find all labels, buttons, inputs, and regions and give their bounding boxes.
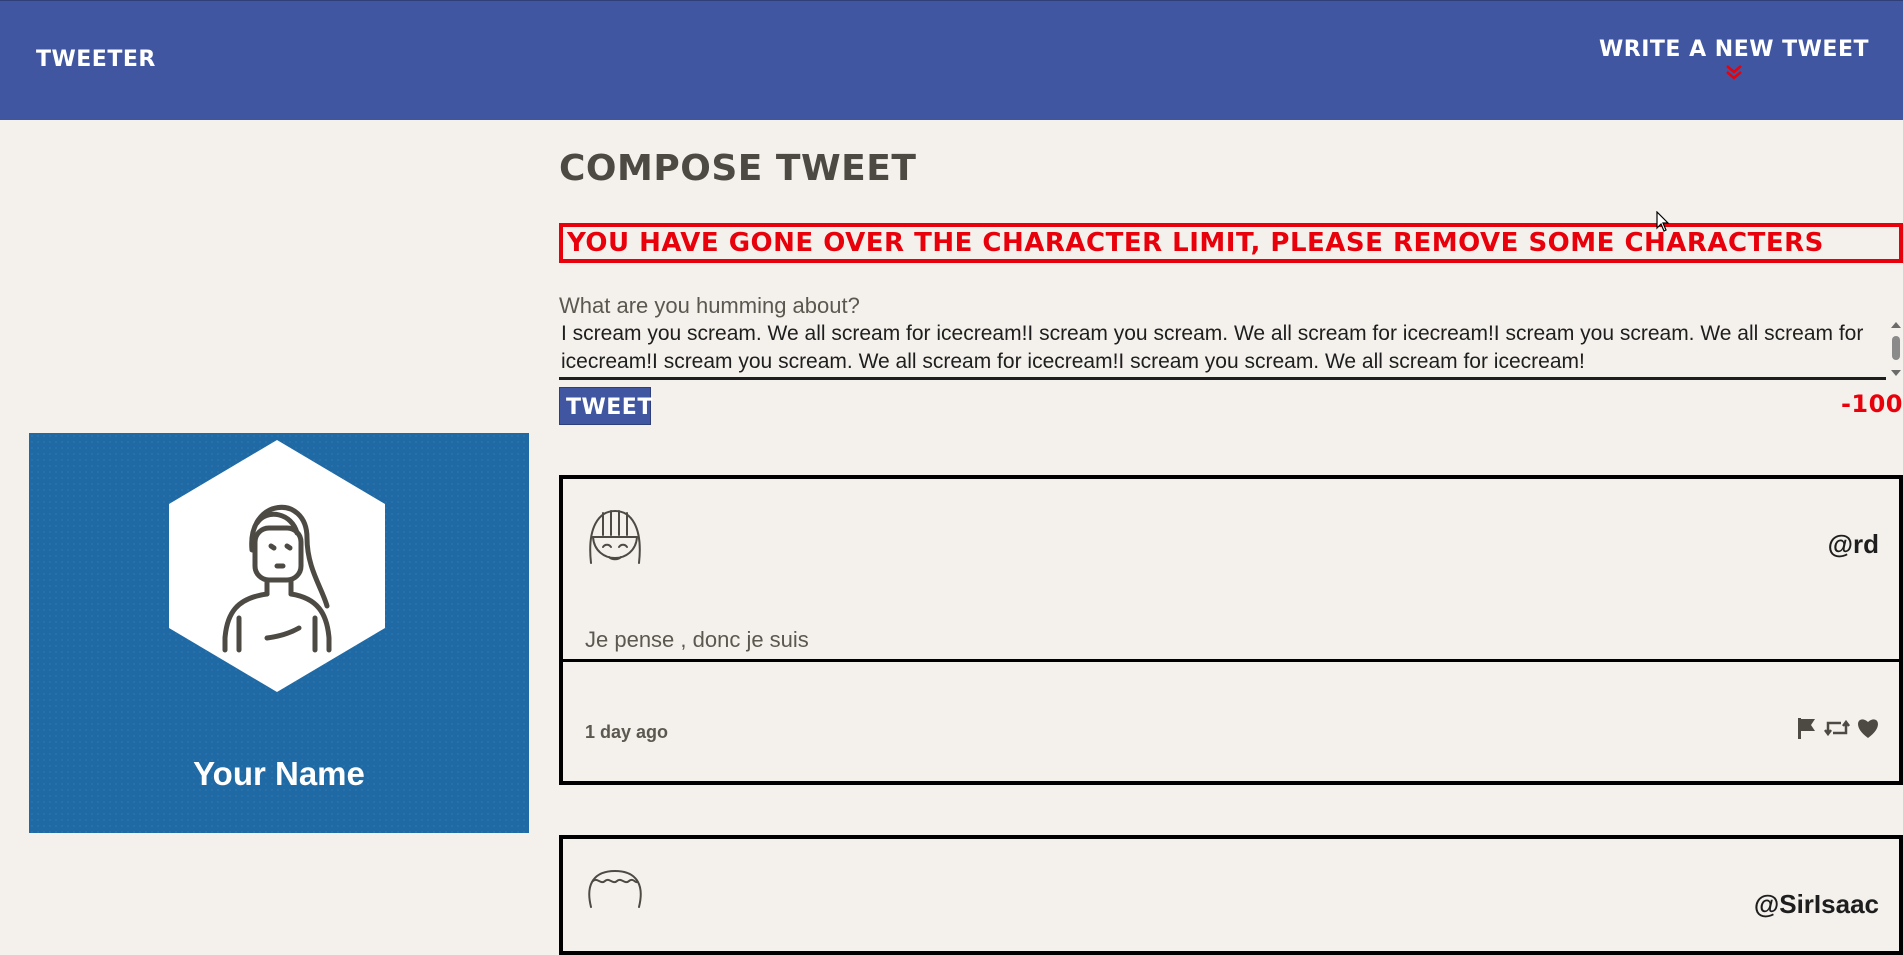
- retweet-icon[interactable]: [1823, 716, 1851, 740]
- top-nav: Tweeter Write a new tweet: [0, 0, 1903, 120]
- chevron-double-down-icon: [1726, 65, 1742, 80]
- character-limit-error: You have gone over the character limit, …: [559, 223, 1903, 263]
- compose-label: What are you humming about?: [559, 293, 860, 318]
- tweet-submit-button[interactable]: Tweet: [559, 387, 652, 425]
- user-avatar-icon: [169, 440, 385, 692]
- compose-title: Compose Tweet: [559, 148, 917, 189]
- write-new-tweet-label: Write a new tweet: [1599, 37, 1869, 62]
- tweet-avatar-icon: [588, 869, 642, 908]
- heart-icon[interactable]: [1855, 716, 1881, 740]
- character-counter: -100: [1840, 390, 1903, 418]
- tweet-handle[interactable]: @rd: [1828, 529, 1879, 560]
- brand-logo[interactable]: Tweeter: [36, 47, 156, 72]
- tweet-body: Je pense , donc je suis: [585, 627, 809, 652]
- flag-icon[interactable]: [1795, 716, 1819, 740]
- tweet-handle[interactable]: @SirIsaac: [1754, 889, 1879, 920]
- tweet-textarea[interactable]: I scream you scream. We all scream for i…: [559, 320, 1886, 380]
- profile-name: Your Name: [193, 755, 365, 792]
- tweet-timestamp: 1 day ago: [585, 722, 669, 742]
- profile-card: Your Name: [29, 433, 529, 833]
- tweet-avatar-icon: [589, 509, 641, 564]
- tweet-card: @rd Je pense , donc je suis 1 day ago: [559, 475, 1903, 785]
- tweet-actions: [1795, 716, 1881, 740]
- write-new-tweet-button[interactable]: Write a new tweet: [1599, 37, 1869, 80]
- mouse-cursor-icon: [1656, 211, 1670, 232]
- tweet-card: @SirIsaac: [559, 835, 1903, 955]
- tweet-divider: [563, 659, 1899, 662]
- textarea-scrollbar[interactable]: [1889, 320, 1903, 378]
